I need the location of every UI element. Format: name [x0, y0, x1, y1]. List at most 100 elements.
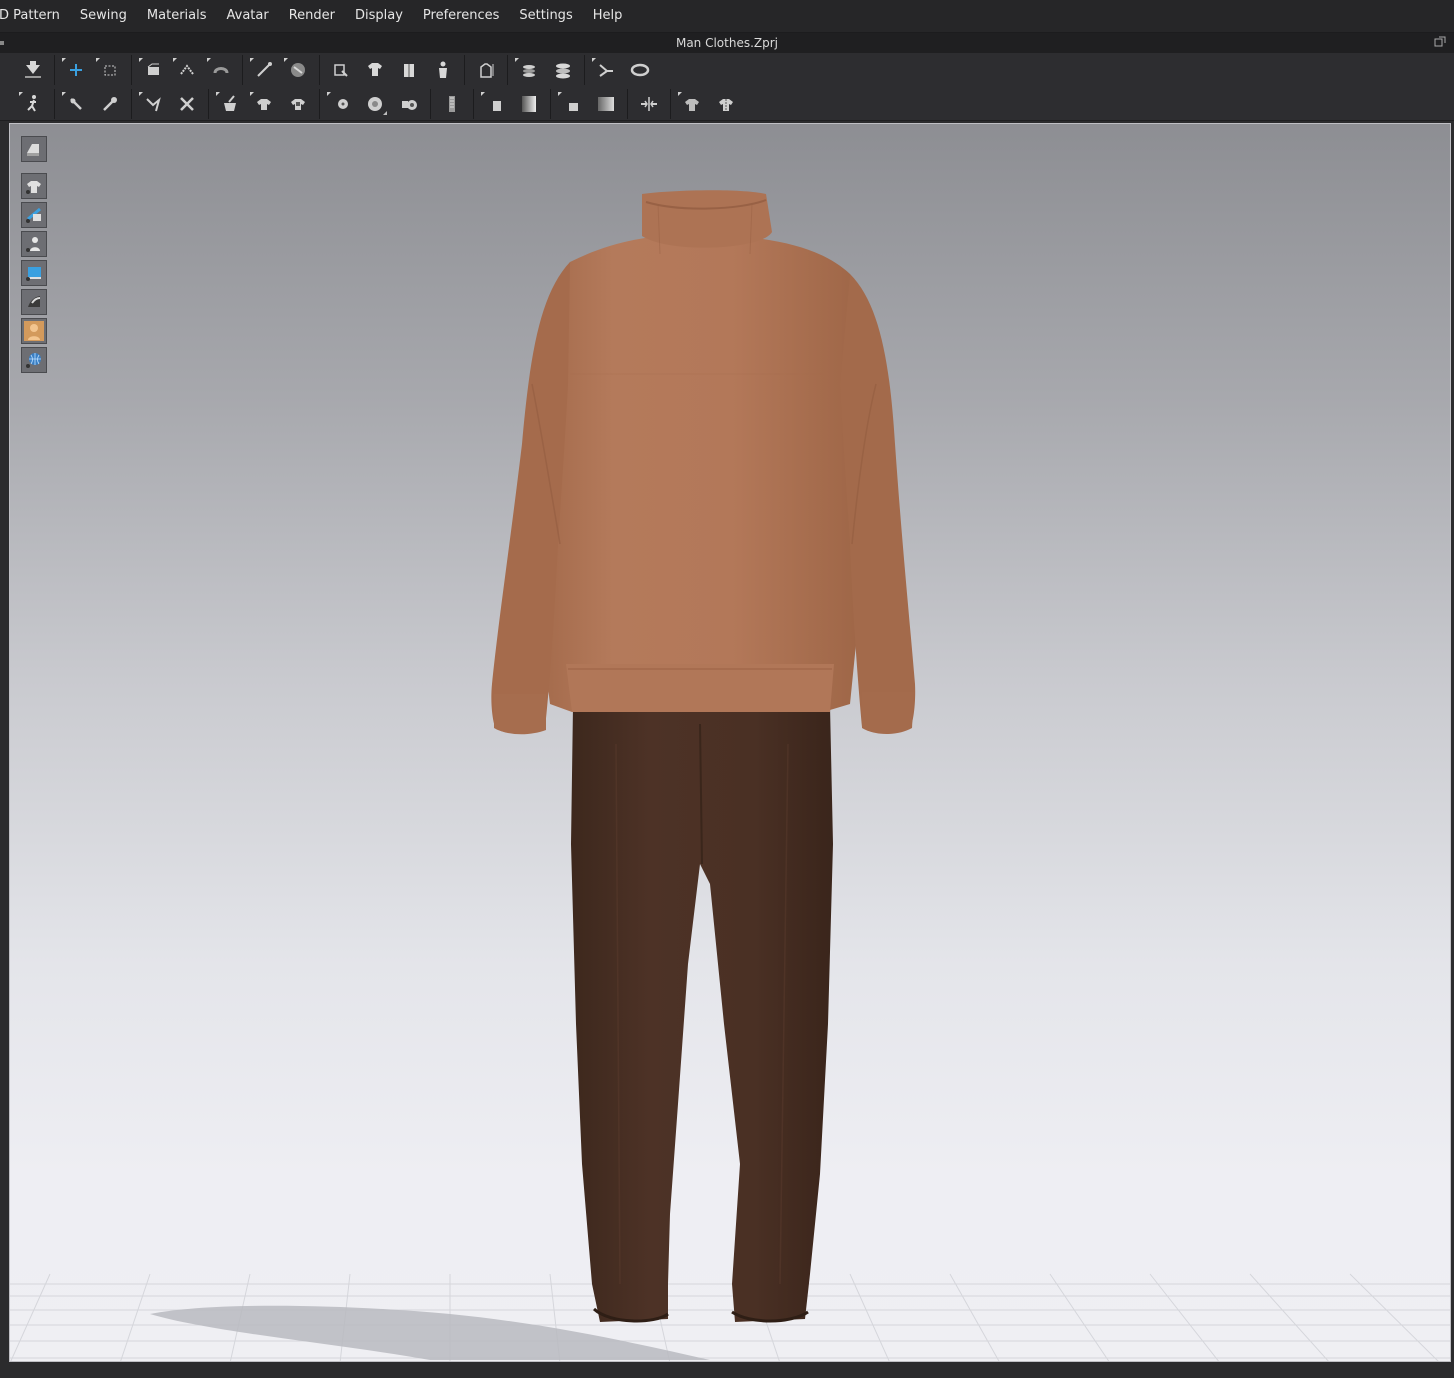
brush-button[interactable] — [136, 89, 170, 119]
avatar-icon — [404, 64, 414, 77]
layer-button[interactable] — [512, 55, 546, 85]
pin-box-icon — [103, 96, 117, 111]
measure-button[interactable] — [469, 55, 503, 85]
edit-avatar-icon — [291, 63, 305, 77]
toolbar-group-brush — [131, 88, 208, 119]
layer-stack-button[interactable] — [546, 55, 580, 85]
piping-icon — [569, 102, 578, 111]
unfold-icon — [213, 67, 229, 74]
piping-button[interactable] — [555, 89, 589, 119]
toolbar-group-texture — [670, 88, 747, 119]
zipper-icon — [449, 95, 455, 112]
menu-item-preferences[interactable]: Preferences — [413, 0, 509, 33]
avatar-skin-button[interactable] — [21, 318, 47, 344]
fabric-paint-button[interactable] — [213, 89, 247, 119]
layer-icon — [523, 65, 535, 77]
button-tool-button[interactable] — [281, 89, 315, 119]
avatar-button[interactable] — [392, 55, 426, 85]
button-hole-icon — [338, 98, 348, 109]
environment-icon — [26, 353, 41, 368]
unfold-button[interactable] — [204, 55, 238, 85]
texture-icon — [719, 98, 733, 111]
toolbar-3d-secondary — [0, 87, 1454, 121]
menu-item-settings[interactable]: Settings — [509, 0, 582, 33]
button-icon — [291, 98, 305, 110]
toolbar-group-align — [627, 88, 670, 119]
pose-button[interactable] — [16, 89, 50, 119]
show-3d-pen-button[interactable] — [21, 260, 47, 286]
button-hole-button[interactable] — [324, 89, 358, 119]
toolbar-group-avatar — [319, 55, 464, 85]
toolbar-group-tape — [584, 55, 661, 85]
draw-line-icon — [257, 62, 272, 77]
align-button[interactable] — [632, 89, 666, 119]
lock-snap-icon — [402, 99, 417, 110]
menu-item-display[interactable]: Display — [345, 0, 413, 33]
fold-icon — [599, 64, 613, 77]
select-move-button[interactable] — [59, 55, 93, 85]
show-avatar-button[interactable] — [21, 231, 47, 257]
fold-arrangement-icon — [147, 63, 159, 75]
show-pattern-button[interactable] — [21, 202, 47, 228]
shirring-icon — [685, 98, 699, 111]
toolbar-group-pin — [54, 88, 131, 119]
pin-button[interactable] — [59, 89, 93, 119]
menu-item-avatar[interactable]: Avatar — [217, 0, 279, 33]
align-icon — [641, 96, 657, 111]
gradient-button[interactable] — [512, 89, 546, 119]
menu-item-help[interactable]: Help — [583, 0, 633, 33]
edit-avatar-button[interactable] — [281, 55, 315, 85]
menu-item-pattern[interactable]: D Pattern — [0, 0, 70, 33]
garment-scene[interactable] — [10, 124, 1451, 1362]
tape-measure-button[interactable] — [623, 55, 657, 85]
toolbar-group-pose — [12, 89, 54, 119]
menu-item-sewing[interactable]: Sewing — [70, 0, 137, 33]
fold-3d-button[interactable] — [170, 55, 204, 85]
trim-button[interactable] — [247, 89, 281, 119]
draw-line-button[interactable] — [247, 55, 281, 85]
window-title-bar: Man Clothes.Zprj — [0, 33, 1454, 53]
shirt-button[interactable] — [426, 55, 460, 85]
tape-measure-icon — [630, 63, 650, 77]
measure-icon — [480, 63, 494, 78]
shirring-button[interactable] — [675, 89, 709, 119]
fold-button[interactable] — [589, 55, 623, 85]
simulation-icon — [25, 61, 41, 78]
toolbar-group-button — [319, 88, 430, 119]
fill-button[interactable] — [589, 89, 623, 119]
snap-button[interactable] — [358, 89, 392, 119]
render-mode-button[interactable] — [21, 136, 47, 162]
toolbar-group-zipper — [430, 88, 473, 119]
lock-snap-button[interactable] — [392, 89, 426, 119]
tack-button[interactable] — [324, 55, 358, 85]
viewport-toolbar — [21, 136, 49, 376]
menu-bar: D Pattern Sewing Materials Avatar Render… — [0, 0, 1454, 33]
toolbar-group-select — [54, 55, 131, 85]
pose-icon — [27, 94, 36, 112]
simulation-button[interactable] — [16, 55, 50, 85]
3d-viewport[interactable] — [9, 123, 1451, 1362]
menu-item-materials[interactable]: Materials — [137, 0, 217, 33]
restore-window-icon[interactable] — [1434, 36, 1446, 48]
fold-arrangement-button[interactable] — [136, 55, 170, 85]
texture-button[interactable] — [709, 89, 743, 119]
show-shape-button[interactable] — [21, 289, 47, 315]
show-garment-button[interactable] — [21, 173, 47, 199]
environment-button[interactable] — [21, 347, 47, 373]
menu-item-render[interactable]: Render — [279, 0, 345, 33]
select-box-button[interactable] — [93, 55, 127, 85]
cut-button[interactable] — [170, 89, 204, 119]
toolbar-group-layer — [507, 55, 584, 85]
show-avatar-icon — [26, 237, 40, 252]
garment-fit-button[interactable] — [358, 55, 392, 85]
fabric-paint-icon — [224, 94, 236, 111]
pin-box-button[interactable] — [93, 89, 127, 119]
pants-garment[interactable] — [571, 706, 833, 1323]
puckering-button[interactable] — [478, 89, 512, 119]
show-garment-icon — [26, 181, 41, 194]
gradient-icon — [522, 95, 536, 112]
brush-icon — [146, 96, 161, 111]
zipper-button[interactable] — [435, 89, 469, 119]
sweater-garment[interactable] — [491, 190, 916, 735]
layer-stack-icon — [556, 63, 570, 79]
